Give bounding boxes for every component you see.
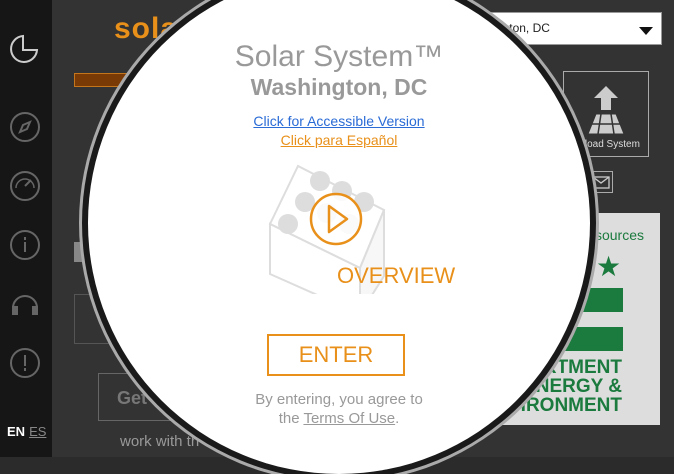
modal-title: Solar System™: [234, 40, 444, 73]
terms-agreement: By entering, you agree to the Terms Of U…: [88, 390, 590, 428]
compass-icon[interactable]: [9, 111, 41, 143]
agree-prefix: the: [278, 410, 304, 427]
sidebar: EN ES: [0, 0, 52, 457]
accessible-version-link[interactable]: Click for Accessible Version: [88, 113, 590, 129]
agree-text: By entering, you agree to: [255, 391, 423, 408]
lang-es-link[interactable]: ES: [29, 424, 46, 439]
play-icon: [309, 192, 363, 246]
agree-terms-line: the Terms Of Use.: [88, 409, 590, 428]
agree-suffix: .: [395, 410, 400, 427]
enter-button[interactable]: ENTER: [267, 334, 405, 376]
star-icon: ★: [596, 251, 622, 282]
alert-icon[interactable]: [9, 347, 41, 379]
overview-label: OVERVIEW: [337, 263, 456, 288]
background-text: work with th: [120, 433, 200, 450]
modal-subtitle: Washington, DC: [250, 74, 428, 100]
gauge-icon[interactable]: [9, 170, 41, 202]
pie-chart-icon[interactable]: [9, 32, 41, 64]
spanish-version-link[interactable]: Click para Español: [88, 132, 590, 148]
chevron-down-icon: [639, 27, 653, 35]
email-icon[interactable]: [589, 171, 613, 193]
headset-icon[interactable]: [9, 288, 41, 320]
info-icon[interactable]: [9, 229, 41, 261]
language-switch: EN ES: [7, 424, 46, 439]
welcome-modal: Solar System™ Washington, DC Click for A…: [88, 0, 590, 474]
terms-of-use-link[interactable]: Terms Of Use: [303, 410, 395, 427]
lang-en-link[interactable]: EN: [7, 424, 25, 439]
